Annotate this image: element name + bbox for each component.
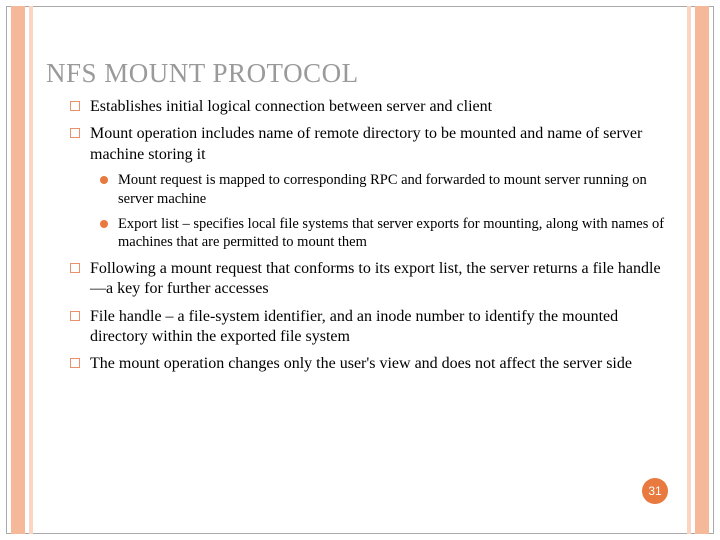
list-item-text: Mount operation includes name of remote …	[90, 125, 642, 162]
list-item: Export list – specifies local file syste…	[118, 215, 672, 252]
list-item: The mount operation changes only the use…	[90, 354, 672, 374]
list-item: Mount operation includes name of remote …	[90, 124, 672, 251]
page-number: 31	[648, 484, 661, 498]
list-item: Establishes initial logical connection b…	[90, 97, 672, 117]
list-item: File handle – a file-system identifier, …	[90, 307, 672, 348]
left-accent-stripe	[11, 6, 25, 534]
left-accent-stripe-thin	[29, 6, 33, 534]
page-number-badge: 31	[642, 478, 668, 504]
list-item: Following a mount request that conforms …	[90, 259, 672, 300]
bullet-list: Establishes initial logical connection b…	[90, 97, 672, 375]
right-accent-stripe-thin	[687, 6, 691, 534]
right-accent-stripe	[695, 6, 709, 534]
slide-content: NFS MOUNT PROTOCOL Establishes initial l…	[48, 58, 672, 382]
list-item: Mount request is mapped to corresponding…	[118, 171, 672, 208]
sub-bullet-list: Mount request is mapped to corresponding…	[118, 171, 672, 251]
slide-title: NFS MOUNT PROTOCOL	[46, 58, 672, 89]
